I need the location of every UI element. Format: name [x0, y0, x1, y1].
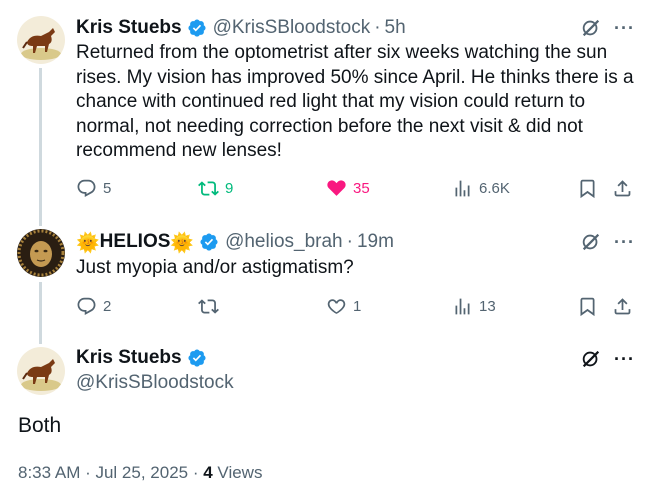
bookmark-button[interactable] — [577, 178, 598, 199]
author-name[interactable]: Kris Stuebs — [76, 17, 182, 39]
views-count: 4 — [203, 463, 213, 482]
reply-button[interactable]: 5 — [76, 178, 111, 199]
tweet-1[interactable]: Kris Stuebs @KrisSBloodstock · 5h ··· Re… — [0, 0, 655, 215]
reply-count: 5 — [103, 180, 112, 197]
author-name[interactable]: HELIOS — [100, 231, 171, 253]
timestamp[interactable]: 8:33 AM · Jul 25, 2025 · — [18, 463, 203, 482]
author-handle[interactable]: @helios_brah — [225, 231, 343, 253]
repost-button[interactable] — [198, 296, 225, 317]
bookmark-button[interactable] — [577, 296, 598, 317]
author-handle[interactable]: @KrisSBloodstock — [213, 17, 371, 39]
grok-icon[interactable] — [580, 17, 602, 39]
share-icon — [614, 180, 631, 197]
separator-dot: · — [374, 17, 381, 38]
tweet-meta: 8:33 AM · Jul 25, 2025 · 4 Views — [18, 463, 262, 483]
more-icon[interactable]: ··· — [614, 18, 635, 39]
more-icon[interactable]: ··· — [614, 349, 635, 370]
reply-count: 2 — [103, 298, 112, 315]
views-button[interactable]: 6.6K — [452, 178, 510, 199]
bookmark-icon — [580, 297, 595, 317]
views-label: Views — [212, 463, 263, 482]
views-count: 6.6K — [479, 180, 510, 197]
horse-avatar-icon — [17, 347, 65, 395]
views-count: 13 — [479, 298, 496, 315]
post-time[interactable]: 5h — [385, 17, 406, 39]
verified-badge-icon — [188, 19, 206, 37]
heart-icon — [327, 299, 346, 314]
views-button[interactable]: 13 — [452, 296, 496, 317]
tweet-text: Returned from the optometrist after six … — [76, 42, 634, 161]
like-button[interactable]: 35 — [326, 178, 370, 199]
like-count: 35 — [353, 180, 370, 197]
tweet-text: Just myopia and/or astigmatism? — [76, 257, 354, 278]
views-icon — [455, 298, 470, 315]
repost-icon — [198, 299, 219, 314]
sun-face-avatar-icon — [17, 229, 65, 277]
avatar[interactable] — [17, 16, 65, 64]
more-icon[interactable]: ··· — [614, 232, 635, 253]
tweet-text: Both — [18, 414, 62, 437]
like-button[interactable]: 1 — [326, 296, 361, 317]
sun-emoji-icon: 🌞 — [170, 231, 195, 254]
reply-icon — [77, 297, 96, 315]
heart-icon — [327, 180, 346, 196]
horse-avatar-icon — [17, 16, 65, 64]
like-count: 1 — [353, 298, 362, 315]
avatar[interactable] — [17, 229, 65, 277]
views-icon — [455, 180, 470, 197]
reply-button[interactable]: 2 — [76, 296, 111, 317]
repost-button[interactable]: 9 — [198, 178, 233, 199]
bookmark-icon — [580, 179, 595, 199]
verified-badge-icon — [200, 233, 218, 251]
repost-count: 9 — [225, 180, 234, 197]
reply-icon — [77, 179, 96, 197]
avatar[interactable] — [17, 347, 65, 395]
author-name[interactable]: Kris Stuebs — [76, 347, 182, 369]
repost-icon — [198, 181, 219, 196]
grok-icon[interactable] — [580, 231, 602, 253]
share-button[interactable] — [612, 178, 633, 199]
post-time[interactable]: 19m — [357, 231, 394, 253]
grok-icon[interactable] — [580, 348, 602, 370]
share-button[interactable] — [612, 296, 633, 317]
share-icon — [614, 298, 631, 315]
author-handle[interactable]: @KrisSBloodstock — [76, 372, 234, 394]
verified-badge-icon — [188, 349, 206, 367]
sun-emoji-icon: 🌞 — [76, 231, 100, 254]
tweet-2[interactable]: 🌞 HELIOS 🌞 @helios_brah · 19m ··· Just m… — [0, 215, 655, 335]
separator-dot: · — [346, 231, 353, 252]
